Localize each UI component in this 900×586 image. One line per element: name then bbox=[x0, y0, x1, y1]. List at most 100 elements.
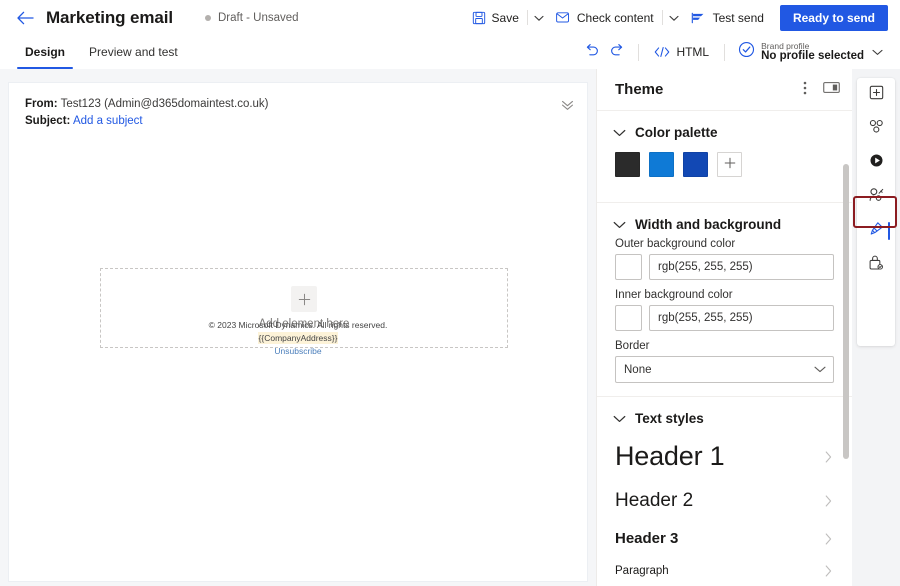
rail-item-video[interactable] bbox=[857, 146, 895, 180]
outer-background-row bbox=[615, 254, 834, 280]
divider bbox=[724, 44, 725, 61]
code-icon bbox=[654, 46, 670, 58]
panel-more-button[interactable] bbox=[792, 77, 818, 103]
mail-check-icon bbox=[556, 11, 571, 24]
tab-design-label: Design bbox=[25, 45, 65, 59]
more-vertical-icon bbox=[803, 80, 807, 101]
rail-item-elements[interactable] bbox=[857, 112, 895, 146]
arrow-left-icon bbox=[17, 11, 34, 25]
panel-title: Theme bbox=[615, 81, 663, 98]
add-subject-link[interactable]: Add a subject bbox=[73, 115, 143, 127]
command-bar: Marketing email Draft - Unsaved Save bbox=[0, 0, 900, 35]
audience-icon bbox=[868, 187, 885, 207]
email-canvas[interactable]: From: Test123 (Admin@d365domaintest.co.u… bbox=[8, 82, 588, 582]
check-content-options-caret[interactable] bbox=[664, 5, 684, 31]
html-button[interactable]: HTML bbox=[647, 39, 716, 65]
status-text: Draft - Unsaved bbox=[218, 12, 299, 24]
chevron-down-icon bbox=[613, 221, 629, 229]
brand-check-icon bbox=[738, 41, 755, 63]
text-style-label: Paragraph bbox=[615, 565, 669, 577]
panel-scroll-area: Color palette bbox=[597, 111, 852, 586]
palette-swatch-2[interactable] bbox=[649, 152, 674, 177]
save-options-caret[interactable] bbox=[529, 5, 549, 31]
rail-item-add-element[interactable] bbox=[857, 78, 895, 112]
add-palette-color-button[interactable] bbox=[717, 152, 742, 177]
text-style-label: Header 1 bbox=[615, 441, 724, 472]
ready-to-send-button[interactable]: Ready to send bbox=[780, 5, 888, 31]
tab-bar-actions: HTML Brand profile No profile selected bbox=[578, 35, 900, 69]
outer-background-field: Outer background color bbox=[597, 238, 852, 280]
text-style-header-2[interactable]: Header 2 bbox=[597, 481, 852, 521]
border-select-wrap: None bbox=[615, 356, 834, 383]
text-style-header-3[interactable]: Header 3 bbox=[597, 521, 852, 556]
rail-item-approvals[interactable] bbox=[857, 248, 895, 282]
chevron-down-icon bbox=[613, 129, 629, 137]
rail-item-styles[interactable] bbox=[857, 214, 895, 248]
section-color-palette[interactable]: Color palette bbox=[597, 111, 852, 146]
save-button[interactable]: Save bbox=[465, 5, 526, 31]
test-send-button[interactable]: Test send bbox=[684, 5, 771, 31]
palette-swatch-3[interactable] bbox=[683, 152, 708, 177]
check-content-label: Check content bbox=[577, 11, 654, 25]
border-select[interactable]: None bbox=[615, 356, 834, 383]
chevron-right-icon bbox=[825, 451, 832, 463]
chevron-right-icon bbox=[825, 495, 832, 507]
marketing-email-designer: Marketing email Draft - Unsaved Save bbox=[0, 0, 900, 586]
status-dot-icon bbox=[205, 15, 211, 21]
approvals-icon bbox=[868, 255, 884, 275]
tab-design[interactable]: Design bbox=[17, 35, 73, 69]
section-width-and-background[interactable]: Width and background bbox=[597, 203, 852, 238]
plus-icon bbox=[724, 156, 736, 174]
designer-tab-bar: Design Preview and test bbox=[0, 35, 900, 69]
inner-background-label: Inner background color bbox=[615, 289, 834, 301]
section-title: Width and background bbox=[635, 217, 781, 232]
text-style-paragraph[interactable]: Paragraph bbox=[597, 556, 852, 586]
subject-row: Subject: Add a subject bbox=[25, 113, 571, 130]
panel-content: Color palette bbox=[597, 111, 852, 586]
inner-background-field: Inner background color bbox=[597, 289, 852, 331]
collapse-header-button[interactable] bbox=[557, 97, 577, 117]
email-header-fields: From: Test123 (Admin@d365domaintest.co.u… bbox=[9, 83, 587, 140]
footer-unsubscribe-link[interactable]: Unsubscribe bbox=[274, 345, 321, 357]
panel-scrollbar[interactable] bbox=[843, 117, 849, 579]
inner-background-input[interactable] bbox=[649, 305, 834, 331]
outer-background-swatch[interactable] bbox=[615, 254, 642, 280]
outer-background-input[interactable] bbox=[649, 254, 834, 280]
redo-button[interactable] bbox=[604, 39, 630, 65]
back-button[interactable] bbox=[10, 3, 40, 33]
test-send-label: Test send bbox=[713, 11, 764, 25]
send-flag-icon bbox=[691, 12, 707, 24]
check-content-button[interactable]: Check content bbox=[549, 5, 661, 31]
panel-dock-button[interactable] bbox=[818, 77, 844, 103]
tool-rail-card bbox=[857, 78, 895, 346]
tab-preview-and-test-label: Preview and test bbox=[89, 45, 178, 59]
brand-profile-text: Brand profile No profile selected bbox=[761, 42, 864, 63]
from-value[interactable]: Test123 (Admin@d365domaintest.co.uk) bbox=[61, 98, 269, 110]
brand-profile-value: No profile selected bbox=[761, 50, 864, 62]
dock-panel-icon bbox=[823, 81, 840, 99]
undo-button[interactable] bbox=[578, 39, 604, 65]
inner-background-swatch[interactable] bbox=[615, 305, 642, 331]
panel-scrollbar-thumb[interactable] bbox=[843, 164, 849, 459]
tab-preview-and-test[interactable]: Preview and test bbox=[81, 35, 186, 69]
divider bbox=[638, 44, 639, 61]
footer-address-token: {{CompanyAddress}} bbox=[258, 332, 339, 344]
palette-swatch-1[interactable] bbox=[615, 152, 640, 177]
theme-properties-panel: Theme bbox=[596, 69, 852, 586]
rail-item-audience[interactable] bbox=[857, 180, 895, 214]
panel-header-actions bbox=[792, 69, 844, 111]
save-icon bbox=[472, 11, 486, 25]
styles-brush-icon bbox=[868, 221, 884, 241]
email-canvas-pane: From: Test123 (Admin@d365domaintest.co.u… bbox=[0, 69, 596, 586]
chevron-right-icon bbox=[825, 565, 832, 577]
chevron-down-icon bbox=[669, 9, 679, 27]
chevron-down-icon bbox=[534, 9, 544, 27]
designer-body: From: Test123 (Admin@d365domaintest.co.u… bbox=[0, 69, 900, 586]
video-icon bbox=[869, 153, 884, 173]
section-text-styles[interactable]: Text styles bbox=[597, 397, 852, 432]
brand-profile-selector[interactable]: Brand profile No profile selected bbox=[733, 37, 888, 67]
text-style-header-1[interactable]: Header 1 bbox=[597, 432, 852, 481]
inner-background-row bbox=[615, 305, 834, 331]
email-footer[interactable]: © 2023 Microsoft Dynamics. All rights re… bbox=[9, 319, 587, 357]
save-label: Save bbox=[492, 11, 519, 25]
